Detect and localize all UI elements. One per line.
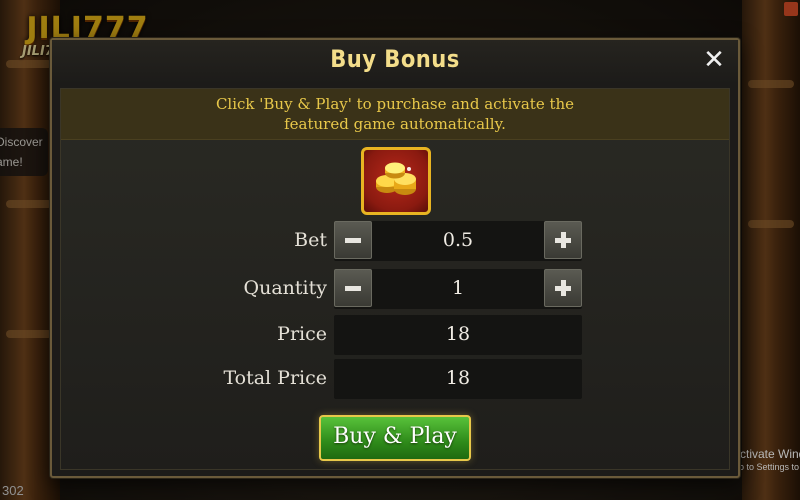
bet-increase-button[interactable] bbox=[544, 221, 582, 259]
close-icon[interactable]: ✕ bbox=[700, 45, 728, 75]
buy-bonus-dialog: Buy Bonus ✕ Click 'Buy & Play' to purcha… bbox=[50, 38, 740, 478]
price-label: Price bbox=[277, 323, 327, 345]
price-field: 18 bbox=[334, 315, 582, 355]
total-price-value: 18 bbox=[445, 367, 471, 389]
dialog-title: Buy Bonus bbox=[330, 45, 460, 73]
quantity-row: Quantity 1 bbox=[61, 269, 729, 309]
bet-row: Bet 0.5 bbox=[61, 221, 729, 261]
total-price-row: Total Price 18 bbox=[61, 359, 729, 399]
price-row: Price 18 bbox=[61, 315, 729, 355]
bet-stepper: 0.5 bbox=[334, 221, 582, 261]
activation-watermark: Activate Windows Go to Settings to activ… bbox=[732, 448, 800, 474]
gold-coins-icon bbox=[361, 147, 431, 215]
watermark-title: Activate Windows bbox=[732, 448, 800, 461]
quantity-label: Quantity bbox=[243, 277, 327, 299]
quantity-increase-button[interactable] bbox=[544, 269, 582, 307]
watermark-subtitle: Go to Settings to activate Windows. bbox=[732, 462, 800, 472]
dialog-content: Click 'Buy & Play' to purchase and activ… bbox=[60, 88, 730, 470]
price-value: 18 bbox=[445, 323, 471, 345]
total-price-label: Total Price bbox=[223, 367, 327, 389]
buy-and-play-button[interactable]: Buy & Play bbox=[319, 415, 471, 461]
total-price-field: 18 bbox=[334, 359, 582, 399]
notice-text: Click 'Buy & Play' to purchase and activ… bbox=[215, 95, 575, 133]
bet-label: Bet bbox=[294, 229, 327, 251]
dialog-header: Buy Bonus ✕ bbox=[52, 40, 738, 84]
quantity-stepper: 1 bbox=[334, 269, 582, 309]
notice-banner: Click 'Buy & Play' to purchase and activ… bbox=[61, 89, 729, 140]
